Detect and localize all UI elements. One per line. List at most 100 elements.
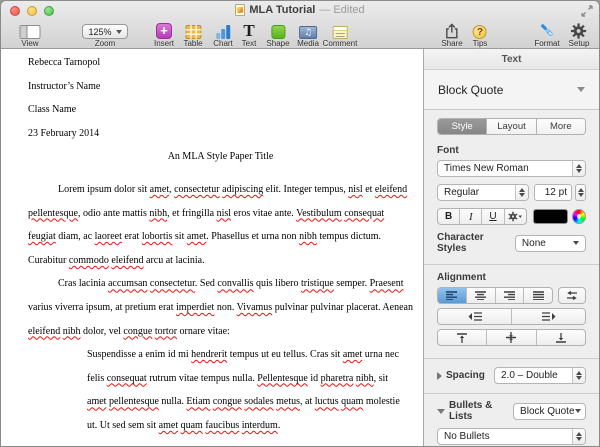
valign-bottom-icon <box>556 333 566 343</box>
table-button[interactable]: Table <box>183 21 202 48</box>
zoom-dropdown[interactable]: 125% <box>82 24 128 39</box>
valign-middle-button[interactable] <box>487 330 536 345</box>
mla-header-class[interactable]: Class Name <box>28 98 413 122</box>
chevron-down-icon <box>575 409 581 413</box>
block-quote-paragraph[interactable]: Suspendisse a enim id mi hendrerit tempu… <box>87 343 403 437</box>
align-justify-icon <box>533 291 544 300</box>
divider <box>424 393 599 394</box>
comment-note-icon <box>333 26 348 39</box>
format-button[interactable]: Format <box>534 21 559 48</box>
list-style-dropdown[interactable]: Block Quote <box>513 403 586 420</box>
underline-button[interactable]: U <box>482 209 504 224</box>
spacing-disclosure[interactable]: Spacing <box>437 370 485 381</box>
bullet-type-value: No Bullets <box>438 431 572 442</box>
font-size-stepper[interactable] <box>575 184 586 201</box>
line-spacing-dropdown[interactable]: 2.0 – Double <box>494 367 586 384</box>
view-panel-icon <box>20 25 41 39</box>
plus-icon: + <box>156 23 172 39</box>
advanced-options-button[interactable] <box>505 209 526 224</box>
bullets-lists-disclosure[interactable]: Bullets & Lists <box>437 400 513 422</box>
view-button[interactable]: View <box>20 21 41 48</box>
share-button[interactable]: Share <box>441 21 462 48</box>
increase-indent-button[interactable] <box>512 309 585 324</box>
align-right-button[interactable] <box>496 288 525 303</box>
setup-button[interactable]: Setup <box>569 21 590 48</box>
font-family-dropdown[interactable]: Times New Roman <box>437 160 586 177</box>
line-spacing-value: 2.0 – Double <box>495 370 572 381</box>
zoom-control[interactable]: 125% Zoom <box>82 21 128 48</box>
text-direction-button[interactable] <box>558 287 586 304</box>
zoom-window-button[interactable] <box>44 6 54 16</box>
indent-segment <box>437 308 586 325</box>
font-color-well[interactable] <box>533 209 568 224</box>
traffic-lights <box>10 6 54 16</box>
valign-top-icon <box>457 333 467 343</box>
spacing-row: Spacing 2.0 – Double <box>437 367 586 384</box>
paintbrush-icon <box>538 22 556 39</box>
bullets-lists-row: Bullets & Lists Block Quote <box>437 400 586 422</box>
stepper-icon[interactable] <box>572 161 585 176</box>
document-canvas[interactable]: Rebecca Tarnopol Instructor’s Name Class… <box>1 49 425 446</box>
chart-button[interactable]: Chart <box>213 21 233 48</box>
document-icon <box>235 4 245 16</box>
mla-header-author[interactable]: Rebecca Tarnopol <box>28 51 413 75</box>
pages-window: MLA Tutorial — Edited View 125% Zoom <box>0 0 600 447</box>
mla-header-date[interactable]: 23 February 2014 <box>28 122 413 146</box>
gear-menu-icon <box>508 211 523 222</box>
tab-layout[interactable]: Layout <box>487 119 536 134</box>
insert-button[interactable]: + Insert <box>154 21 174 48</box>
align-center-button[interactable] <box>467 288 496 303</box>
font-style-dropdown[interactable]: Regular <box>437 184 529 201</box>
vertical-alignment-segment <box>437 329 586 346</box>
font-face-buttons: B I U <box>437 208 527 225</box>
minimize-button[interactable] <box>27 6 37 16</box>
disclosure-right-icon <box>437 372 442 380</box>
tips-button[interactable]: ? Tips <box>473 21 488 48</box>
text-button[interactable]: T Text <box>242 21 257 48</box>
body-paragraph-1[interactable]: Lorem ipsum dolor sit amet, consectetur … <box>28 178 413 272</box>
font-style-value: Regular <box>438 187 515 198</box>
gear-icon <box>571 23 587 39</box>
media-button[interactable]: ♫ Media <box>297 21 319 48</box>
font-size-field[interactable] <box>534 184 572 201</box>
mla-header-instructor[interactable]: Instructor’s Name <box>28 75 413 99</box>
disclosure-down-icon <box>437 409 445 414</box>
paragraph-style-value: Block Quote <box>438 83 503 97</box>
chevron-down-icon <box>573 241 579 245</box>
sidebar-panel-title: Text <box>424 49 599 70</box>
character-styles-dropdown[interactable]: None <box>515 235 586 252</box>
comment-button[interactable]: Comment <box>323 21 358 48</box>
bar-chart-icon <box>215 24 231 39</box>
paper-title[interactable]: An MLA Style Paper Title <box>28 145 413 169</box>
list-style-value: Block Quote <box>514 406 574 417</box>
character-styles-value: None <box>516 238 573 249</box>
stepper-icon[interactable] <box>572 368 585 383</box>
tab-style[interactable]: Style <box>438 119 487 134</box>
color-wheel-button[interactable] <box>572 209 586 224</box>
decrease-indent-button[interactable] <box>438 309 512 324</box>
character-styles-label: Character Styles <box>437 232 515 254</box>
media-note-icon: ♫ <box>299 26 317 39</box>
italic-button[interactable]: I <box>460 209 482 224</box>
close-button[interactable] <box>10 6 20 16</box>
tab-more[interactable]: More <box>537 119 585 134</box>
body-paragraph-2[interactable]: Cras lacinia accumsan consectetur. Sed c… <box>28 272 413 343</box>
paragraph-style-selector[interactable]: Block Quote <box>424 70 599 110</box>
valign-bottom-button[interactable] <box>537 330 585 345</box>
align-left-button[interactable] <box>438 288 467 303</box>
share-arrow-icon <box>444 23 459 39</box>
text-direction-icon <box>566 291 578 300</box>
window-title-edited-suffix: — Edited <box>319 4 364 16</box>
valign-middle-icon <box>506 332 516 343</box>
bullet-type-dropdown[interactable]: No Bullets <box>437 428 586 445</box>
toolbar: View 125% Zoom + Insert <box>1 21 599 49</box>
valign-top-button[interactable] <box>438 330 487 345</box>
stepper-icon[interactable] <box>515 185 528 200</box>
bold-button[interactable]: B <box>438 209 460 224</box>
fullscreen-icon[interactable] <box>581 5 593 17</box>
titlebar[interactable]: MLA Tutorial — Edited <box>1 1 599 21</box>
table-grid-icon <box>185 25 201 39</box>
shape-button[interactable]: Shape <box>266 21 289 48</box>
stepper-icon[interactable] <box>572 429 585 444</box>
align-justify-button[interactable] <box>524 288 552 303</box>
